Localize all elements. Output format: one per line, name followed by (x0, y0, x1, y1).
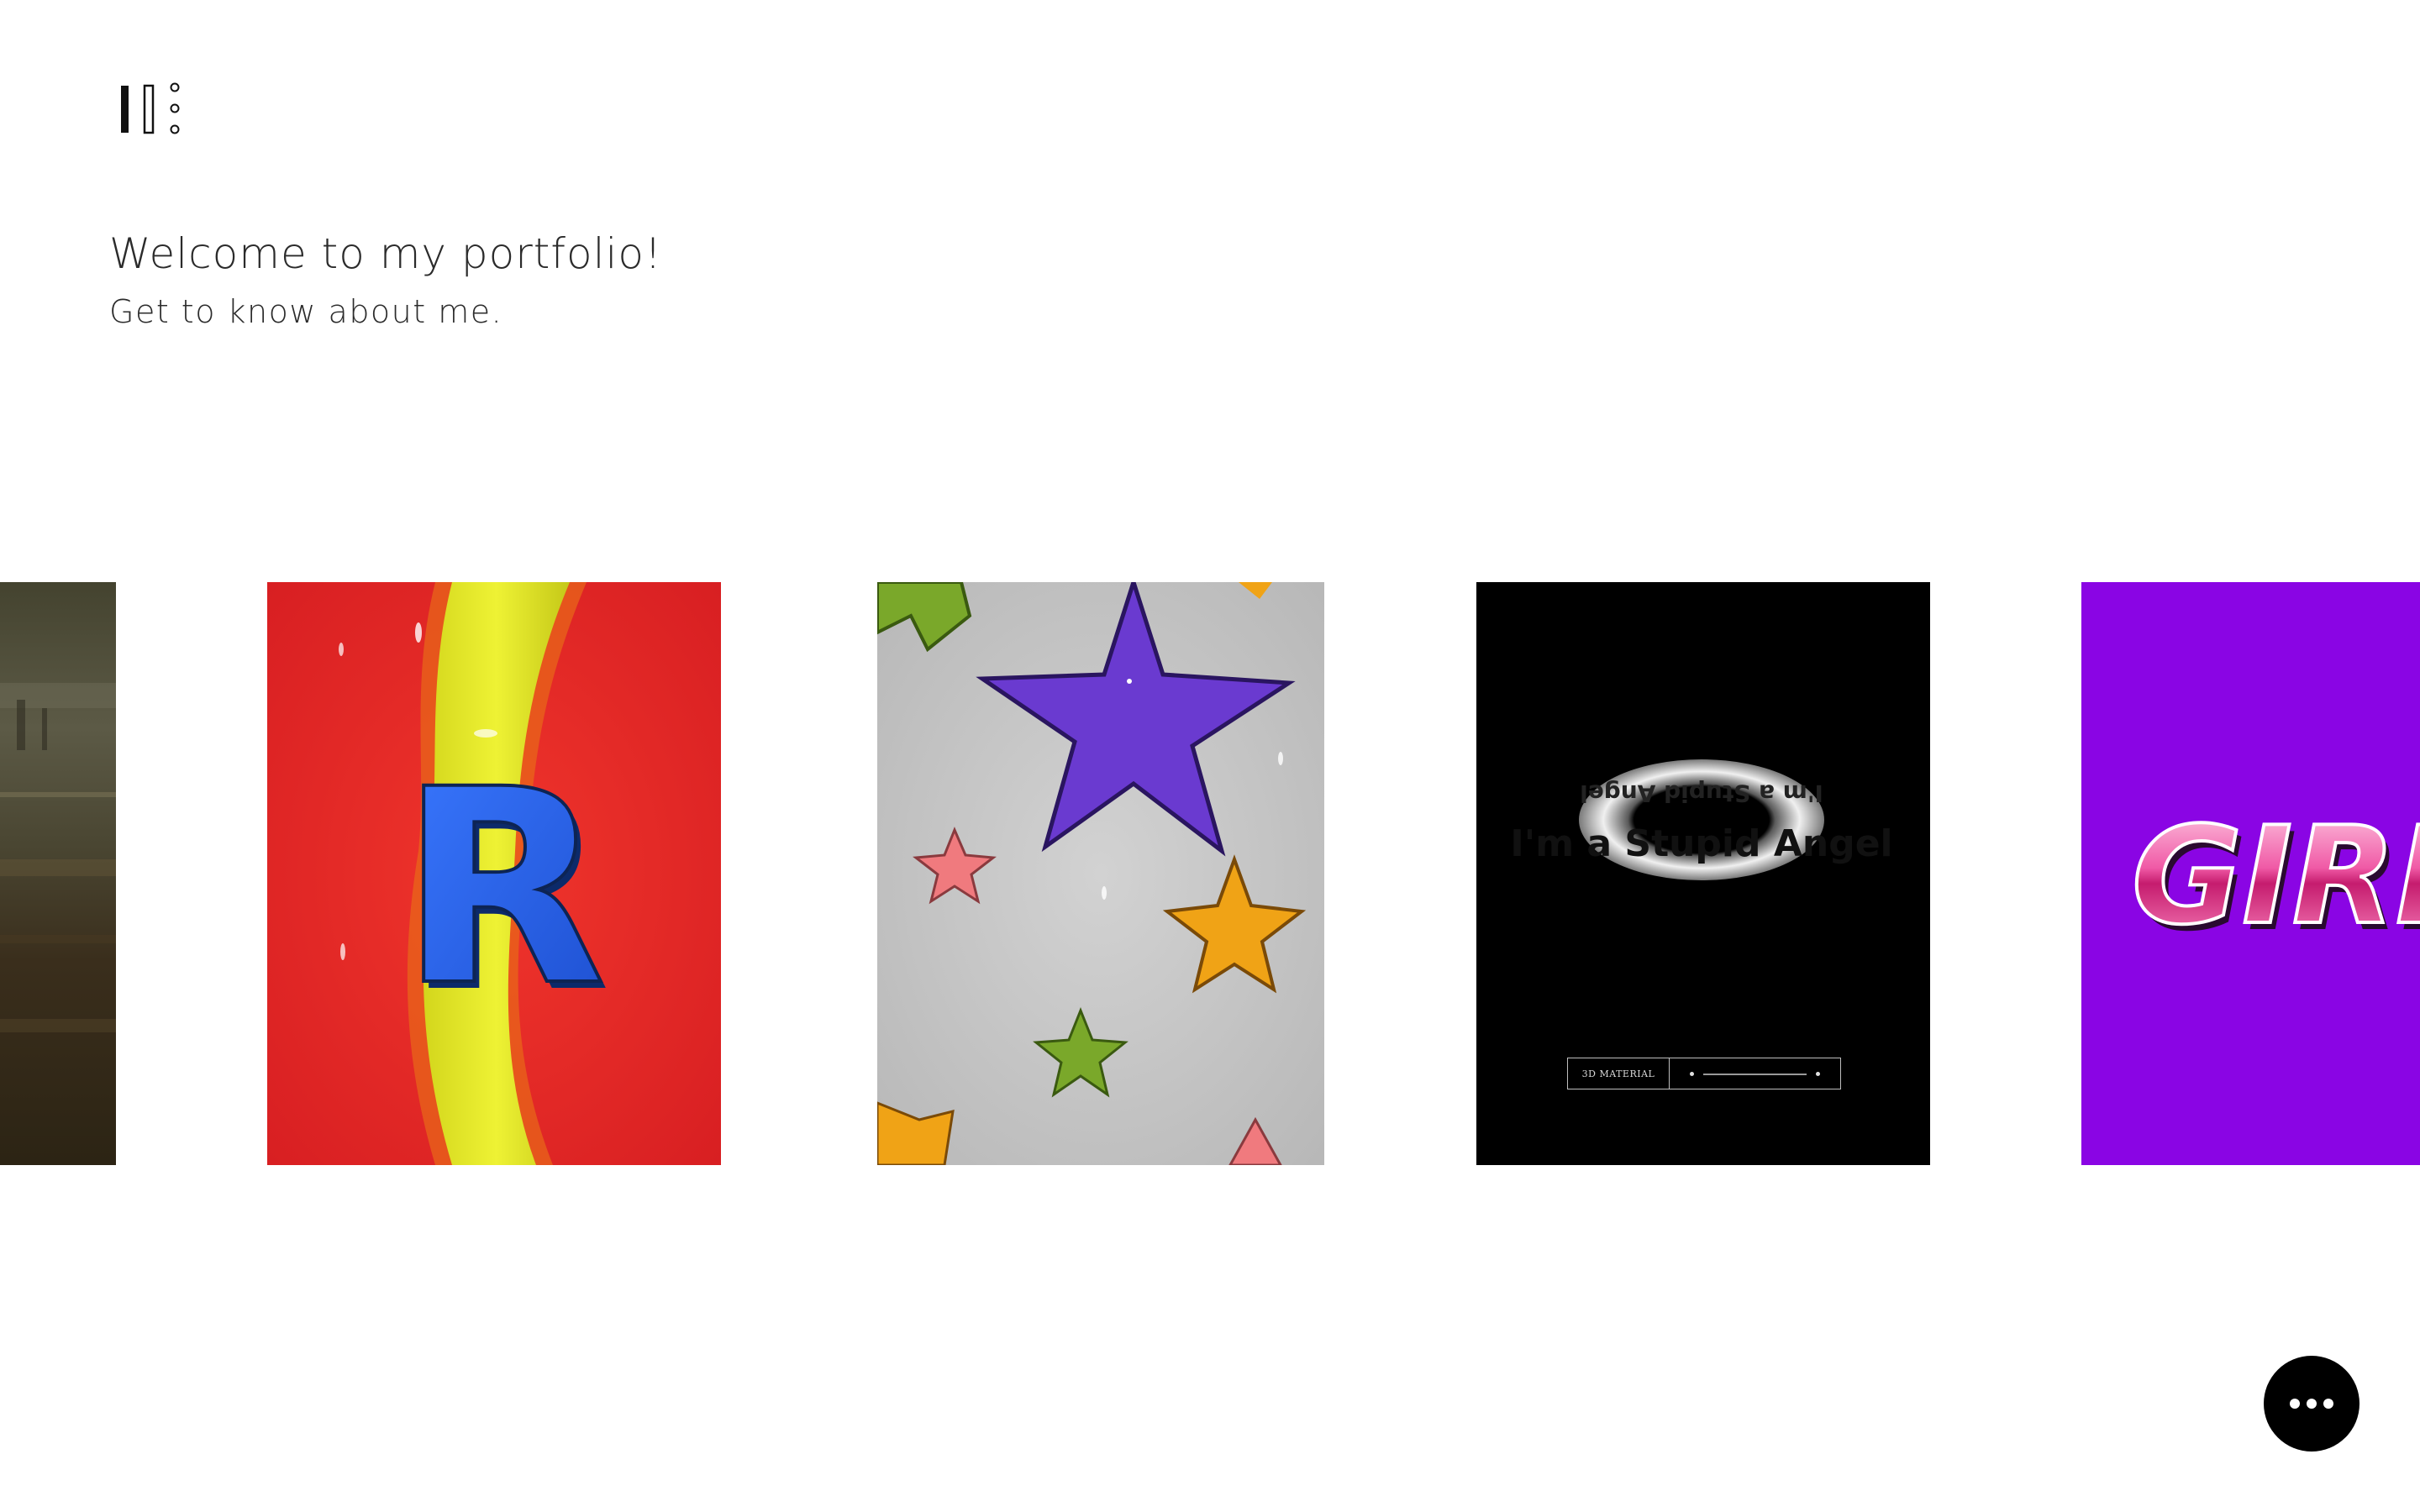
r-letter: R (399, 732, 606, 1045)
gallery-carousel[interactable]: R R I'm a Stupid Angel I'm a Stupid Ange… (0, 582, 2420, 1165)
girls-text: GIRLS (2132, 797, 2420, 954)
slider-dot-left (1690, 1072, 1694, 1076)
svg-text:I'm a Stupid Angel: I'm a Stupid Angel (1580, 780, 1823, 807)
gallery-item-letter-r[interactable]: R R (267, 582, 721, 1165)
page-subtitle[interactable]: Get to know about me. (109, 291, 662, 333)
gallery-item-stupid-angel[interactable]: I'm a Stupid Angel I'm a Stupid Angel 3D… (1476, 582, 1930, 1165)
page-title: Welcome to my portfolio! (109, 229, 662, 278)
brand-logo-icon[interactable] (116, 81, 193, 138)
material-label-text: 3D MATERIAL (1568, 1058, 1670, 1089)
slider-dot-right (1816, 1072, 1820, 1076)
gallery-item-stars[interactable] (877, 582, 1324, 1165)
material-label: 3D MATERIAL (1567, 1058, 1841, 1089)
page: Welcome to my portfolio! Get to know abo… (0, 0, 2420, 1512)
gallery-item-girls[interactable]: GIRLS GIRLS (2081, 582, 2420, 1165)
gallery-item-abstract-photo[interactable] (0, 582, 116, 1165)
intro-section: Welcome to my portfolio! Get to know abo… (109, 227, 662, 333)
ring-text: I'm a Stupid Angel (1510, 822, 1892, 865)
material-label-slider (1670, 1058, 1840, 1089)
more-options-button[interactable] (2264, 1356, 2360, 1452)
more-dots-icon (2290, 1399, 2333, 1409)
slider-line (1703, 1074, 1807, 1075)
